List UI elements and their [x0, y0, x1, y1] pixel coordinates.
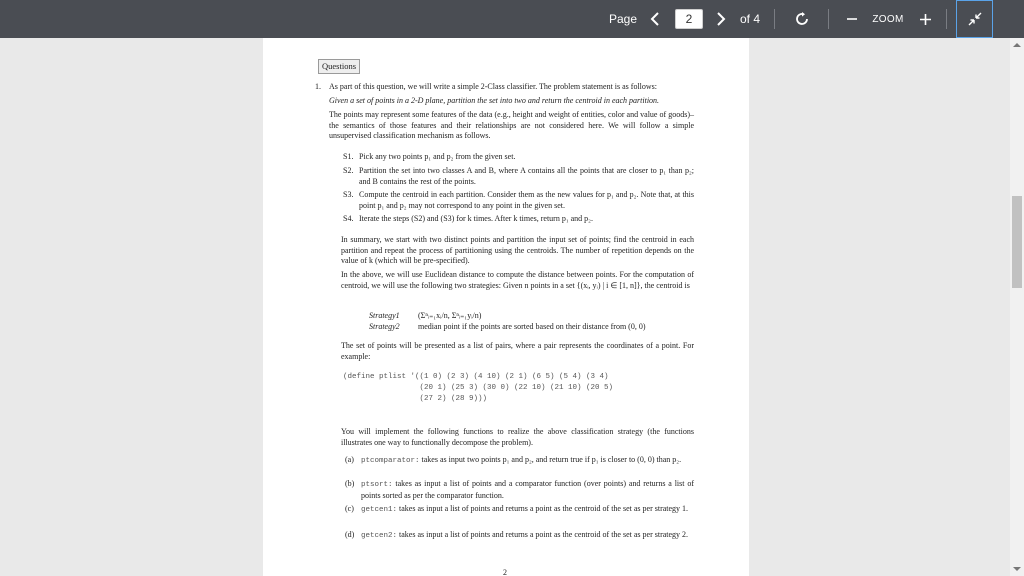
step-text: Compute the centroid in each partition. … [359, 190, 694, 210]
strategy-description: median point if the points are sorted ba… [418, 322, 646, 331]
function-label: (d) [345, 530, 355, 539]
collapse-arrows-icon [968, 12, 981, 26]
functions-paragraph: You will implement the following functio… [341, 427, 694, 447]
function-description: takes as input a list of points and retu… [399, 504, 689, 513]
scroll-down-arrow-icon[interactable] [1013, 567, 1021, 571]
function-label: (c) [345, 504, 354, 513]
step-text: Partition the set into two classes A and… [359, 166, 694, 186]
function-description: takes as input a list of points and a co… [361, 479, 695, 500]
problem-statement: Given a set of points in a 2-D plane, pa… [329, 96, 660, 105]
toolbar-divider [946, 9, 947, 29]
page-label: Page [608, 12, 638, 26]
question-number: 1. [315, 82, 321, 91]
section-heading: Questions [318, 59, 360, 74]
question-intro: As part of this question, we will write … [329, 82, 658, 91]
page-count-label: of 4 [739, 12, 760, 26]
step-label: S2. [343, 166, 354, 175]
previous-page-button[interactable] [644, 0, 666, 38]
function-name: ptcomparator: [361, 457, 420, 465]
step-label: S3. [343, 190, 354, 199]
code-line: (27 2) (28 9))) [343, 395, 488, 403]
toolbar-divider [828, 9, 829, 29]
pdf-toolbar: Page 2 of 4 ZOOM [0, 0, 1024, 38]
points-paragraph: The set of points will be presented as a… [341, 341, 694, 361]
intro-paragraph: The points may represent some features o… [329, 110, 694, 140]
pdf-page: Questions 1. As part of this question, w… [263, 38, 749, 576]
strategy-name: Strategy2 [369, 322, 400, 331]
step-text: Pick any two points p₁ and p₂ from the g… [359, 152, 516, 161]
code-line: (define ptlist '((1 0) (2 3) (4 10) (2 1… [343, 373, 609, 381]
zoom-label: ZOOM [872, 13, 904, 25]
scroll-up-arrow-icon[interactable] [1013, 43, 1021, 47]
function-name: ptsort: [361, 481, 393, 489]
chevron-left-icon [650, 12, 659, 26]
toolbar-divider [774, 9, 775, 29]
rotate-button[interactable] [788, 0, 816, 38]
function-description: takes as input a list of points and retu… [399, 530, 689, 539]
strategy-name: Strategy1 [369, 311, 400, 320]
page-number: 2 [503, 568, 507, 576]
minus-icon [847, 18, 857, 20]
plus-icon [919, 13, 931, 25]
function-name: getcen2: [361, 532, 398, 540]
function-name: getcen1: [361, 506, 398, 514]
function-label: (b) [345, 479, 355, 488]
exit-fullscreen-button[interactable] [956, 0, 993, 38]
zoom-out-button[interactable] [843, 0, 861, 38]
vertical-scrollbar[interactable] [1010, 38, 1024, 576]
chevron-right-icon [717, 12, 726, 26]
page-number-input[interactable]: 2 [675, 9, 703, 29]
scrollbar-thumb[interactable] [1012, 196, 1022, 288]
code-line: (20 1) (25 3) (30 0) (22 10) (21 10) (20… [343, 384, 614, 392]
step-text: Iterate the steps (S2) and (S3) for k ti… [359, 214, 593, 223]
function-description: takes as input two points p₁ and p₂, and… [421, 455, 682, 464]
next-page-button[interactable] [710, 0, 732, 38]
function-label: (a) [345, 455, 354, 464]
strategy-formula: (Σⁿᵢ₌₁xᵢ/n, Σⁿᵢ₌₁yᵢ/n) [418, 311, 482, 320]
zoom-in-button[interactable] [914, 0, 936, 38]
distance-paragraph: In the above, we will use Euclidean dist… [341, 270, 694, 290]
step-label: S4. [343, 214, 354, 223]
step-label: S1. [343, 152, 354, 161]
rotate-icon [796, 12, 808, 25]
summary-paragraph: In summary, we start with two distinct p… [341, 235, 694, 265]
